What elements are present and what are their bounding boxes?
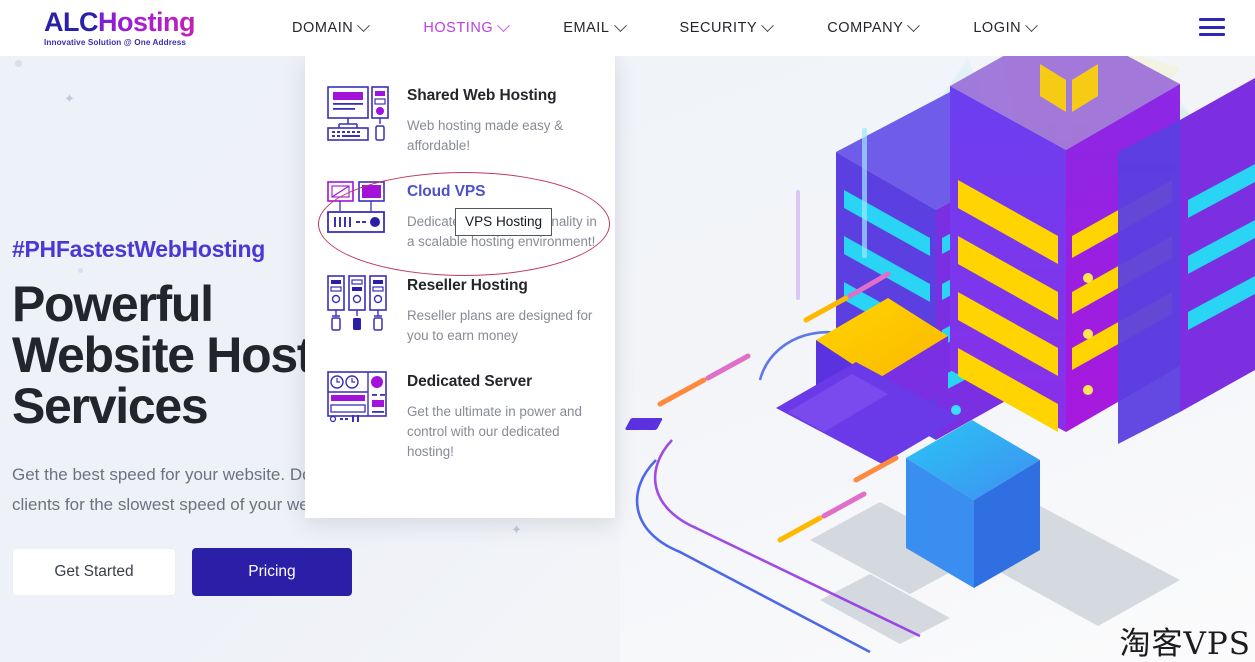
vps-hosting-tooltip: VPS Hosting: [455, 208, 553, 236]
nav-label: EMAIL: [563, 20, 610, 36]
nav-item-login[interactable]: LOGIN: [973, 18, 1064, 36]
dropdown-item-shared-web-hosting[interactable]: Shared Web Hosting Web hosting made easy…: [327, 84, 593, 156]
nav-item-email[interactable]: EMAIL: [563, 18, 652, 36]
dropdown-item-body: Shared Web Hosting Web hosting made easy…: [407, 84, 593, 156]
logo-tagline: Innovative Solution @ One Address: [44, 37, 186, 47]
dropdown-item-description: Web hosting made easy & affordable!: [407, 118, 564, 153]
burger-bar: [1199, 33, 1225, 36]
dropdown-item-description: Get the ultimate in power and control wi…: [407, 404, 582, 459]
logo-text: ALCHosting: [44, 7, 244, 38]
dropdown-item-title: Shared Web Hosting: [407, 87, 557, 104]
dropdown-item-title: Dedicated Server: [407, 373, 533, 390]
get-started-button[interactable]: Get Started: [12, 548, 176, 596]
main-navigation: DOMAIN HOSTING EMAIL SECURITY COMPANY LO…: [292, 0, 1064, 56]
nav-item-hosting[interactable]: HOSTING: [423, 18, 536, 36]
dedicated-server-icon: [327, 370, 389, 428]
chevron-down-icon: [907, 18, 921, 32]
nav-label: DOMAIN: [292, 20, 354, 36]
chevron-down-icon: [613, 18, 627, 32]
nav-label: SECURITY: [679, 20, 758, 36]
site-header: ALCHosting Innovative Solution @ One Add…: [0, 0, 1255, 56]
dropdown-item-description: Reseller plans are designed for you to e…: [407, 308, 593, 343]
laptop-illustration: [625, 298, 960, 464]
server-racks-icon: [327, 274, 389, 332]
nav-label: HOSTING: [423, 20, 494, 36]
burger-bar: [1199, 18, 1225, 21]
chevron-down-icon: [497, 18, 511, 32]
logo-secondary-text: Hosting: [98, 7, 196, 38]
nav-label: COMPANY: [827, 20, 904, 36]
chevron-down-icon: [761, 18, 775, 32]
dropdown-item-dedicated-server[interactable]: Dedicated Server Get the ultimate in pow…: [327, 370, 593, 462]
nav-item-domain[interactable]: DOMAIN: [292, 18, 396, 36]
burger-bar: [1199, 25, 1225, 29]
hamburger-menu-icon[interactable]: [1199, 16, 1225, 38]
sparkle-icon: ✦: [511, 522, 522, 537]
chevron-down-icon: [1025, 18, 1039, 32]
nav-item-company[interactable]: COMPANY: [827, 18, 946, 36]
watermark-text: 淘客VPS: [1119, 626, 1251, 662]
chevron-down-icon: [357, 18, 371, 32]
logo-primary-text: ALC: [44, 7, 99, 38]
hero-cta-group: Get Started Pricing: [12, 548, 352, 596]
vps-server-icon: [327, 180, 389, 238]
dropdown-item-reseller-hosting[interactable]: Reseller Hosting Reseller plans are desi…: [327, 274, 593, 346]
dropdown-item-body: Reseller Hosting Reseller plans are desi…: [407, 274, 593, 346]
dropdown-item-title: Reseller Hosting: [407, 277, 528, 294]
dropdown-item-body: Dedicated Server Get the ultimate in pow…: [407, 370, 593, 462]
hosting-dropdown-menu: Shared Web Hosting Web hosting made easy…: [305, 56, 615, 518]
nav-item-security[interactable]: SECURITY: [679, 18, 801, 36]
isometric-datacenter-illustration: [625, 40, 1255, 654]
desktop-computer-icon: [327, 84, 389, 142]
site-logo[interactable]: ALCHosting Innovative Solution @ One Add…: [44, 8, 244, 48]
decorative-dot: [15, 60, 22, 67]
dropdown-item-title[interactable]: Cloud VPS: [407, 183, 607, 201]
pricing-button[interactable]: Pricing: [192, 548, 352, 596]
nav-label: LOGIN: [973, 20, 1022, 36]
page-root: ✦ ✦ ALCHosting Innovative Solution @ One…: [0, 0, 1255, 662]
sparkle-icon: ✦: [64, 91, 75, 106]
